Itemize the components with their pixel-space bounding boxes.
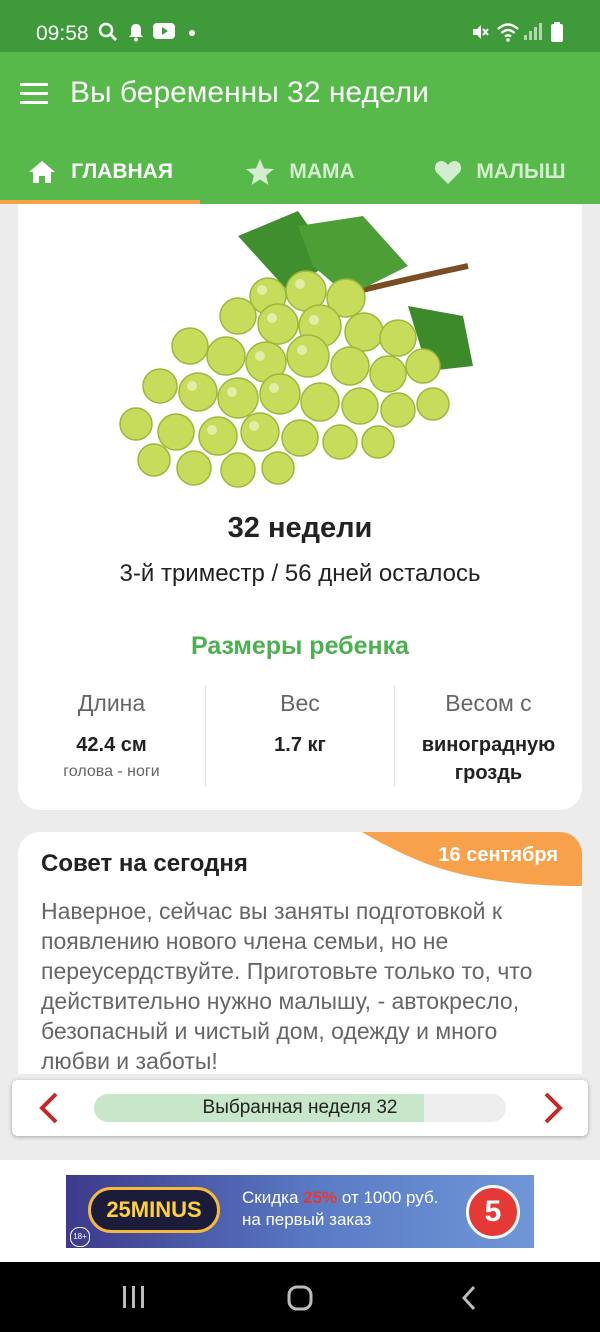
signal-icon: [522, 22, 542, 48]
system-nav-bar: [0, 1262, 600, 1332]
selected-week-label: Выбранная неделя 32: [202, 1097, 398, 1118]
app-bar: Вы беременны 32 недели ГЛАВНАЯ МАМА МАЛЫ…: [0, 52, 600, 204]
recent-apps-icon[interactable]: [120, 1284, 148, 1315]
status-time: 09:58: [36, 22, 89, 45]
compare-value-line1: виноградную: [421, 734, 556, 756]
chevron-right-icon[interactable]: [534, 1090, 570, 1126]
week-title: 32 недели: [227, 512, 373, 544]
page-title: Вы беременны 32 недели: [70, 76, 429, 109]
search-icon: [98, 22, 118, 48]
compare-stat: Весом с виноградную гроздь: [395, 686, 582, 787]
grapes-image: [119, 211, 473, 488]
ad-line2: на первый заказ: [242, 1210, 372, 1229]
weight-stat: Вес 1.7 кг: [206, 686, 394, 759]
age-rating: 18+: [70, 1227, 90, 1247]
back-nav-icon[interactable]: [458, 1284, 480, 1317]
tip-date: 16 сентября: [438, 844, 558, 866]
tab-baby[interactable]: МАЛЫШ: [400, 140, 600, 204]
length-value: 42.4 см: [76, 734, 147, 756]
chevron-left-icon[interactable]: [32, 1090, 68, 1126]
tip-title: Совет на сегодня: [41, 850, 248, 877]
compare-label: Весом с: [445, 690, 532, 716]
length-label: Длина: [77, 690, 146, 716]
youtube-icon: [153, 22, 175, 46]
star-icon: [245, 158, 275, 186]
tab-mama-label: МАМА: [289, 160, 355, 183]
ad-logo: 25MINUS: [88, 1187, 220, 1233]
sizes-heading: Размеры ребенка: [190, 632, 410, 660]
trimester-line: 3-й триместр / 56 дней осталось: [119, 560, 481, 587]
hamburger-icon[interactable]: [20, 83, 48, 105]
heart-icon: [434, 159, 462, 185]
date-badge: 16 сентября: [362, 832, 582, 888]
bell-icon: [127, 22, 145, 48]
week-navigator: Выбранная неделя 32: [12, 1080, 588, 1136]
status-bar: 09:58: [0, 0, 600, 52]
compare-value-line2: гроздь: [454, 762, 523, 784]
week-progress[interactable]: Выбранная неделя 32: [94, 1094, 506, 1122]
weight-value: 1.7 кг: [274, 734, 326, 756]
ad-area: 25MINUS Скидка 25% от 1000 руб. на первы…: [0, 1160, 600, 1262]
tab-baby-label: МАЛЫШ: [476, 160, 566, 183]
ad-promo-text: Скидка 25% от 1000 руб. на первый заказ: [242, 1188, 439, 1229]
week-card: 32 недели 3-й триместр / 56 дней осталос…: [18, 204, 582, 810]
dot-icon: [188, 22, 196, 48]
tab-mama[interactable]: МАМА: [200, 140, 400, 204]
size-stats: Длина 42.4 см голова - ноги Вес 1.7 кг В…: [18, 686, 582, 790]
weight-label: Вес: [280, 690, 320, 716]
mute-icon: [470, 22, 490, 48]
home-nav-icon[interactable]: [286, 1284, 314, 1317]
length-sub: голова - ноги: [63, 763, 160, 780]
wifi-icon: [496, 22, 520, 48]
tip-text: Наверное, сейчас вы заняты подготовкой к…: [41, 898, 533, 1074]
tab-home-label: ГЛАВНАЯ: [71, 160, 173, 183]
home-icon: [27, 159, 57, 185]
compare-value: виноградную гроздь: [395, 731, 582, 787]
tab-home[interactable]: ГЛАВНАЯ: [0, 140, 200, 204]
ad-banner[interactable]: 25MINUS Скидка 25% от 1000 руб. на первы…: [66, 1175, 534, 1248]
tip-card[interactable]: 16 сентября Совет на сегодня Наверное, с…: [18, 832, 582, 1074]
battery-icon: [550, 22, 564, 48]
length-stat: Длина 42.4 см голова - ноги: [18, 686, 205, 781]
brand-logo: 5: [466, 1185, 520, 1239]
ad-discount: 25%: [303, 1188, 338, 1207]
tab-bar: ГЛАВНАЯ МАМА МАЛЫШ: [0, 140, 600, 204]
